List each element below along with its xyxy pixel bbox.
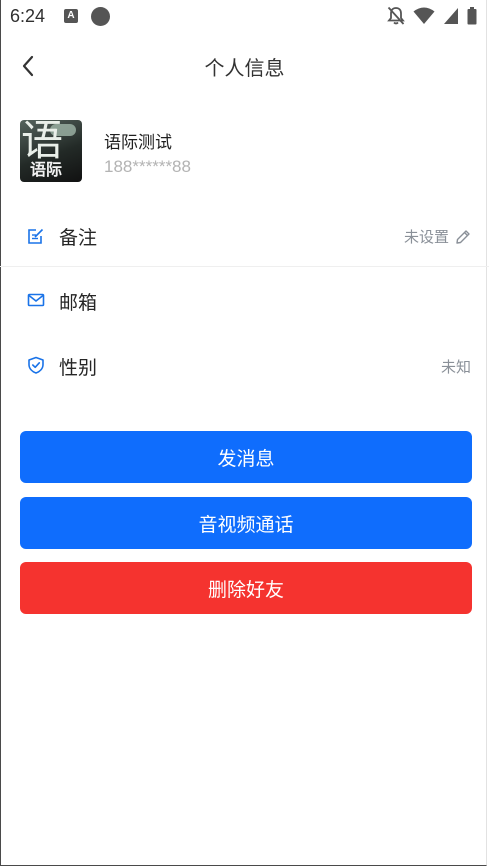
mail-icon: [27, 293, 45, 307]
profile-name: 语际测试: [104, 133, 172, 153]
row-remark[interactable]: 备注 未设置: [0, 203, 489, 267]
status-bar: 6:24 A: [0, 0, 489, 34]
wifi-icon: [413, 7, 435, 24]
profile-phone: 188******88: [104, 157, 191, 176]
row-value-remark[interactable]: 未设置: [404, 226, 471, 247]
avatar-caption: 语际: [30, 160, 63, 179]
row-value-gender: 未知: [440, 358, 471, 376]
pencil-icon[interactable]: [455, 229, 471, 245]
bell-off-icon: [387, 6, 405, 25]
shield-check-icon: [28, 356, 44, 374]
row-label-remark: 备注: [59, 227, 98, 249]
row-divider: [0, 266, 489, 267]
row-label-email: 邮箱: [59, 292, 98, 314]
avatar-big-character: 语: [21, 120, 64, 165]
page-title: 个人信息: [204, 56, 285, 80]
row-email[interactable]: 邮箱: [0, 268, 489, 332]
remark-value-text: 未设置: [403, 228, 449, 246]
status-time: 6:24: [10, 6, 46, 26]
row-gender[interactable]: 性别 未知: [0, 333, 489, 397]
status-icons: [387, 6, 477, 26]
notification-dot-icon: [91, 7, 110, 26]
delete-friend-button[interactable]: 删除好友: [20, 562, 472, 614]
note-edit-icon: [28, 228, 44, 244]
profile-card: 语 语际 语际测试 188******88: [20, 120, 470, 184]
av-call-button[interactable]: 音视频通话: [20, 497, 472, 549]
app-header: 个人信息: [0, 34, 489, 98]
avatar[interactable]: 语 语际: [20, 120, 82, 182]
row-label-gender: 性别: [59, 357, 98, 379]
notification-a-icon: A: [64, 9, 78, 23]
battery-icon: [467, 7, 477, 25]
send-message-button[interactable]: 发消息: [20, 431, 472, 483]
signal-icon: [444, 8, 458, 24]
